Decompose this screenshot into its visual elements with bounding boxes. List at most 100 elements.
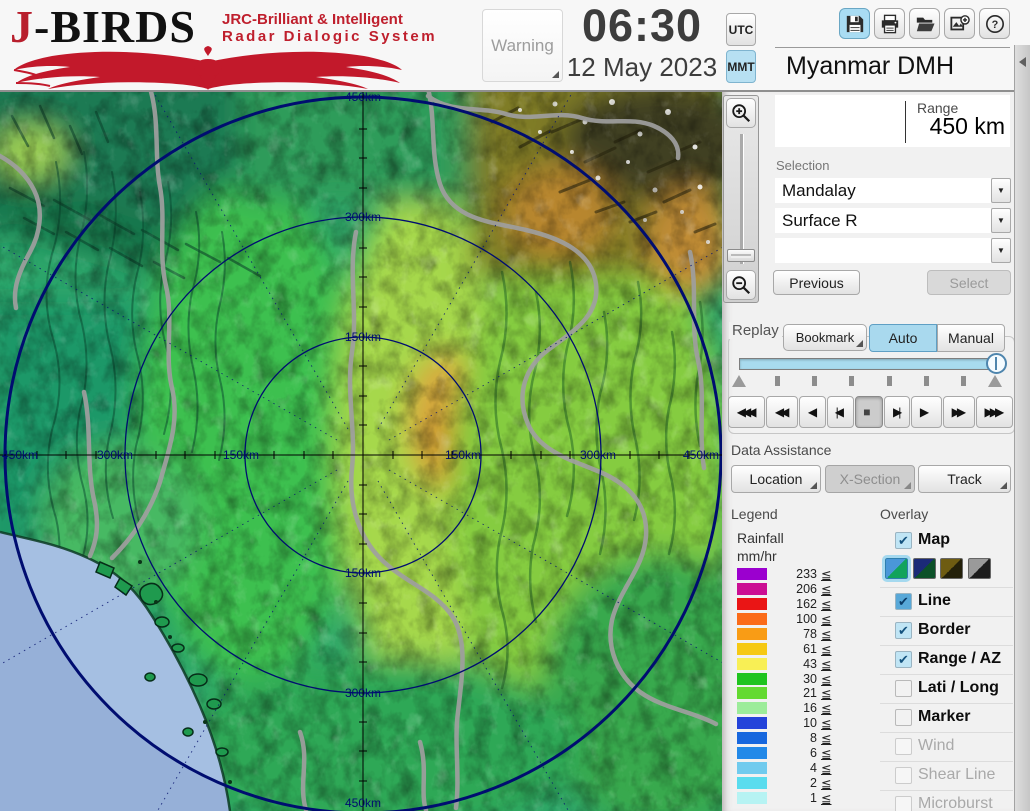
checkbox <box>895 738 912 755</box>
checkbox[interactable] <box>895 709 912 726</box>
clock-date: 12 May 2023 <box>563 52 721 82</box>
help-button[interactable]: ? <box>979 8 1010 39</box>
checkbox <box>895 796 912 811</box>
ring-label: 150km <box>445 448 481 462</box>
warning-button[interactable]: Warning <box>482 9 563 82</box>
chevron-down-icon: ▼ <box>997 246 1005 255</box>
chevron-down-icon: ▼ <box>997 186 1005 195</box>
legend-swatch <box>737 583 767 595</box>
zoom-slider-track[interactable] <box>740 134 744 264</box>
legend-swatch <box>737 747 767 759</box>
legend-swatch <box>737 658 767 670</box>
add-image-icon <box>950 14 970 34</box>
add-image-button[interactable] <box>944 8 975 39</box>
timeline-start-marker[interactable] <box>732 375 746 387</box>
range-display: Range 450 km <box>775 95 1010 147</box>
print-button[interactable] <box>874 8 905 39</box>
location-button[interactable]: Location <box>731 465 821 493</box>
legend-swatch <box>737 702 767 714</box>
option-dropdown-value[interactable] <box>775 238 991 263</box>
legend-label: Legend <box>731 506 778 522</box>
open-folder-icon <box>915 14 935 34</box>
legend-swatch <box>737 777 767 789</box>
open-folder-button[interactable] <box>909 8 940 39</box>
zoom-in-button[interactable] <box>726 98 756 128</box>
selection-label: Selection <box>776 158 829 173</box>
map-zoom-panel <box>723 95 759 303</box>
checkbox[interactable]: ✔ <box>895 651 912 668</box>
playback-controls: ◀◀◀ ◀◀ ◀ |◀ ■ ▶| ▶ ▶▶ ▶▶▶ <box>728 396 1014 428</box>
legend-unit: mm/hr <box>737 548 777 564</box>
legend-title: Rainfall <box>737 530 784 546</box>
option-dropdown-button[interactable]: ▼ <box>991 238 1011 263</box>
replay-slider-thumb[interactable] <box>986 353 1007 374</box>
ring-label: 150km <box>223 448 259 462</box>
map-style-swatch[interactable] <box>885 558 908 579</box>
legend-swatch <box>737 628 767 640</box>
forward-fastest-button[interactable]: ▶▶▶ <box>976 396 1013 428</box>
replay-timeline-slider[interactable] <box>739 358 1005 370</box>
map-style-swatch[interactable] <box>940 558 963 579</box>
timeline-end-marker[interactable] <box>988 375 1002 387</box>
range-value: 450 km <box>930 113 1005 140</box>
checkbox[interactable]: ✔ <box>895 532 912 549</box>
zoom-out-button[interactable] <box>726 270 756 300</box>
overlay-item-map[interactable]: ✔ Map <box>880 531 1014 553</box>
overlay-item-shear-line: Shear Line <box>880 766 1014 788</box>
legend-swatch <box>737 687 767 699</box>
product-dropdown-button[interactable]: ▼ <box>991 208 1011 233</box>
stop-button[interactable]: ■ <box>855 396 884 428</box>
legend-swatch <box>737 673 767 685</box>
select-button[interactable]: Select <box>927 270 1011 295</box>
svg-text:?: ? <box>991 19 998 31</box>
auto-mode-button[interactable]: Auto <box>869 324 937 352</box>
legend-swatch <box>737 792 767 804</box>
legend-swatch <box>737 643 767 655</box>
bookmark-button[interactable]: Bookmark <box>783 324 867 351</box>
overlay-item-marker[interactable]: Marker <box>880 708 1014 730</box>
print-icon <box>880 14 900 34</box>
overlay-item-range-az[interactable]: ✔ Range / AZ <box>880 650 1014 672</box>
overlay-item-microburst: Microburst <box>880 795 1014 811</box>
panel-collapse-strip[interactable] <box>1014 45 1030 811</box>
checkbox[interactable] <box>895 680 912 697</box>
site-dropdown-button[interactable]: ▼ <box>991 178 1011 203</box>
checkbox[interactable]: ✔ <box>895 593 912 610</box>
track-button[interactable]: Track <box>918 465 1011 493</box>
legend-swatch <box>737 717 767 729</box>
overlay-item-wind: Wind <box>880 737 1014 759</box>
play-backward-button[interactable]: ◀ <box>799 396 826 428</box>
timezone-utc-button[interactable]: UTC <box>726 13 756 46</box>
jbirds-logo: J-BIRDS JRC-Brilliant & Intelligent Rada… <box>10 4 480 90</box>
ring-label: 450km <box>683 448 719 462</box>
overlay-item-lati-long[interactable]: Lati / Long <box>880 679 1014 701</box>
save-button[interactable] <box>839 8 870 39</box>
product-dropdown-value[interactable]: Surface R <box>775 208 991 233</box>
previous-button[interactable]: Previous <box>773 270 860 295</box>
legend-swatch <box>737 598 767 610</box>
overlay-item-line[interactable]: ✔ Line <box>880 592 1014 614</box>
ring-label: 450km <box>345 92 381 104</box>
forward-fast-button[interactable]: ▶▶ <box>943 396 975 428</box>
zoom-slider-handle[interactable] <box>727 249 755 262</box>
map-style-swatch[interactable] <box>968 558 991 579</box>
skip-to-end-button[interactable]: ▶| <box>884 396 910 428</box>
overlay-label: Overlay <box>880 506 928 522</box>
rewind-fast-button[interactable]: ◀◀ <box>766 396 798 428</box>
play-button[interactable]: ▶ <box>911 396 942 428</box>
jbirds-application: J-BIRDS JRC-Brilliant & Intelligent Rada… <box>0 0 1030 811</box>
skip-to-start-button[interactable]: |◀ <box>827 396 854 428</box>
data-assistance-label: Data Assistance <box>731 442 831 458</box>
rewind-fastest-button[interactable]: ◀◀◀ <box>728 396 765 428</box>
site-dropdown-value[interactable]: Mandalay <box>775 178 991 203</box>
ring-label: 150km <box>345 330 381 344</box>
logo-title-rest: -BIRDS <box>34 1 196 52</box>
radar-map[interactable]: 450km 300km 150km 150km 300km 450km 450k… <box>0 92 722 811</box>
checkbox[interactable]: ✔ <box>895 622 912 639</box>
timezone-mmt-button[interactable]: MMT <box>726 50 756 83</box>
map-style-swatch[interactable] <box>913 558 936 579</box>
overlay-item-border[interactable]: ✔ Border <box>880 621 1014 643</box>
manual-mode-button[interactable]: Manual <box>937 324 1005 352</box>
chevron-down-icon: ▼ <box>997 216 1005 225</box>
x-section-button[interactable]: X-Section <box>825 465 915 493</box>
